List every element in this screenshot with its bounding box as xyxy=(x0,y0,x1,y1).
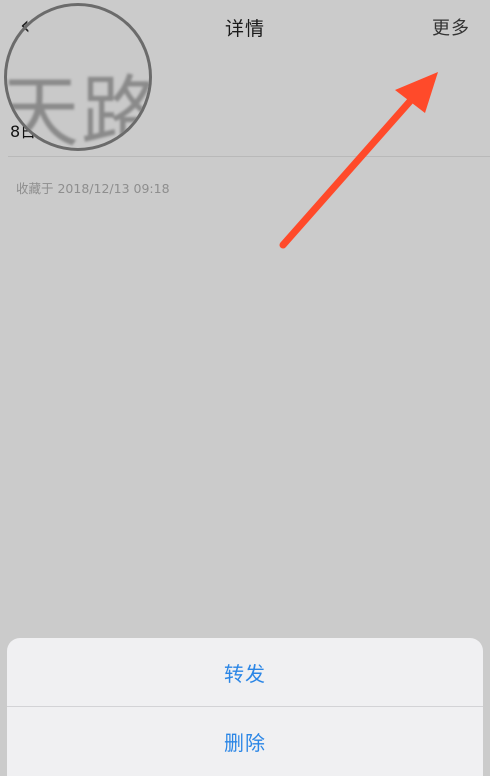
delete-button[interactable]: 删除 xyxy=(7,707,483,775)
arrow-shaft xyxy=(279,95,416,249)
action-sheet: 转发 删除 xyxy=(7,638,483,776)
forward-button[interactable]: 转发 xyxy=(7,638,483,706)
